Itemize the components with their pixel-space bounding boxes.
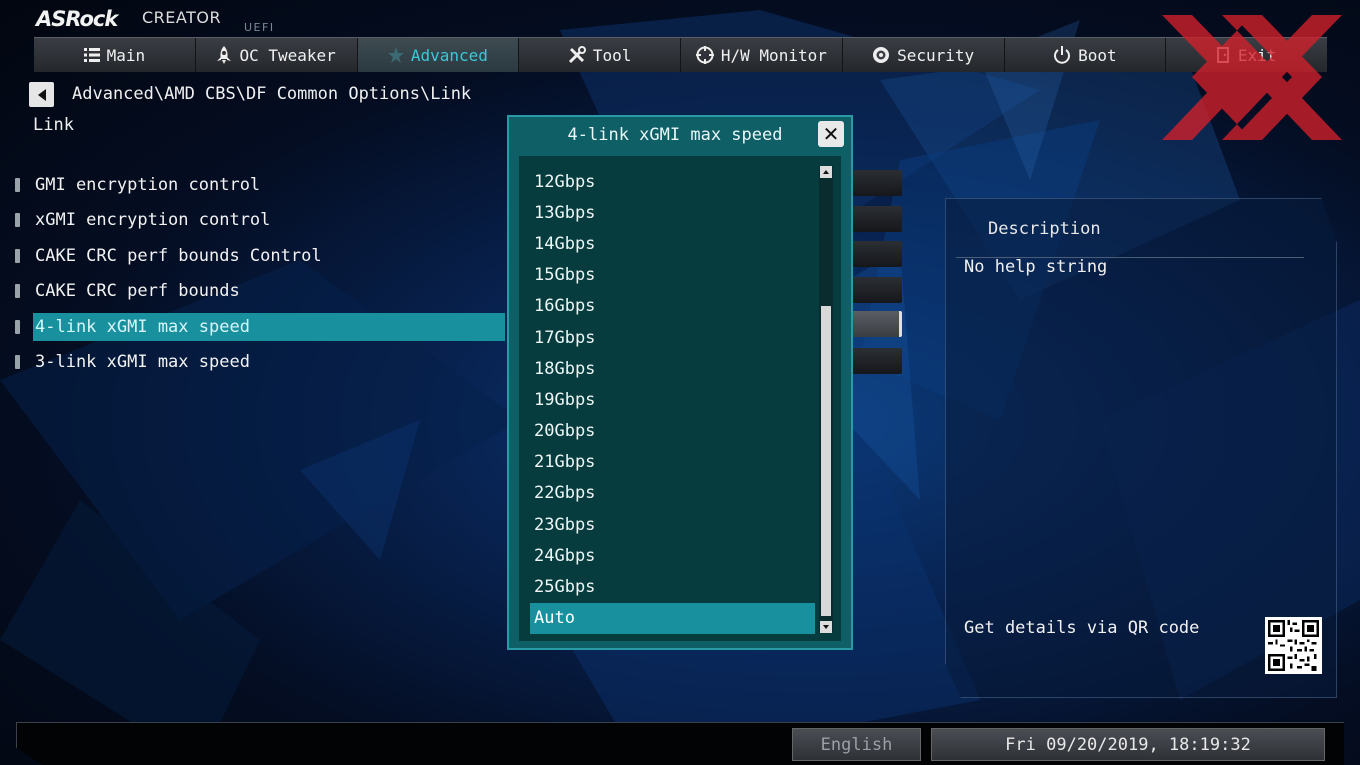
tab-exit[interactable]: Exit xyxy=(1166,38,1327,72)
tab-main-label: Main xyxy=(106,45,146,65)
list-item-13gbps[interactable]: 13Gbps xyxy=(530,197,815,228)
list-item-15gbps[interactable]: 15Gbps xyxy=(530,260,815,291)
back-arrow-icon xyxy=(37,88,46,101)
list-item-auto[interactable]: Auto xyxy=(530,602,815,634)
bullet-icon xyxy=(15,355,20,370)
datetime-display[interactable]: Fri 09/20/2019, 18:19:32 xyxy=(931,728,1325,761)
speed-select-popup: 4-link xGMI max speed ✕ 12Gbps 13Gbps 14… xyxy=(507,115,853,650)
popup-scrollbar[interactable] xyxy=(819,166,833,633)
bullet-icon xyxy=(15,248,20,263)
list-item-16gbps[interactable]: 16Gbps xyxy=(530,291,815,322)
bullet-icon xyxy=(15,177,20,192)
list-item-22gbps[interactable]: 22Gbps xyxy=(530,478,815,509)
qr-code[interactable] xyxy=(1265,617,1322,674)
tab-advanced[interactable]: Advanced xyxy=(357,38,520,72)
list-item-20gbps[interactable]: 20Gbps xyxy=(530,416,815,447)
breadcrumb: Advanced\AMD CBS\DF Common Options\Link xyxy=(72,84,472,104)
description-text: No help string xyxy=(964,257,1108,277)
option-label: GMI encryption control xyxy=(35,174,261,195)
list-item-14gbps[interactable]: 14Gbps xyxy=(530,228,815,259)
list-item-17gbps[interactable]: 17Gbps xyxy=(530,322,815,353)
bullet-icon xyxy=(15,284,20,299)
option-label: CAKE CRC perf bounds xyxy=(35,281,240,302)
back-button[interactable] xyxy=(29,82,54,107)
tab-boot[interactable]: Boot xyxy=(1005,38,1167,72)
option-label: 3-link xGMI max speed xyxy=(35,352,250,373)
tab-exit-label: Exit xyxy=(1237,45,1277,65)
section-title: Link xyxy=(33,115,74,135)
shield-icon xyxy=(872,46,890,64)
description-title: Description xyxy=(988,219,1101,239)
option-cake-crc-perf-bounds-control[interactable]: CAKE CRC perf bounds Control xyxy=(0,238,510,274)
tools-icon xyxy=(568,46,586,64)
star-icon xyxy=(387,47,404,63)
power-icon xyxy=(1053,46,1071,64)
tab-main[interactable]: Main xyxy=(34,38,196,72)
list-item-12gbps[interactable]: 12Gbps xyxy=(530,166,815,197)
option-label: 4-link xGMI max speed xyxy=(35,316,250,337)
language-button[interactable]: English xyxy=(792,728,921,761)
chevron-up-icon xyxy=(823,170,829,174)
option-value-slot[interactable] xyxy=(852,241,902,267)
monitor-crosshair-icon xyxy=(695,46,714,64)
option-value-slot[interactable] xyxy=(852,277,902,303)
brand-firmware: UEFI xyxy=(244,21,275,34)
tab-security-label: Security xyxy=(897,45,975,65)
close-icon: ✕ xyxy=(822,122,840,146)
brand-name: ASRock xyxy=(36,7,118,31)
bullet-icon xyxy=(15,319,20,334)
brand-product: CREATOR xyxy=(142,8,222,27)
option-xgmi-encryption-control[interactable]: xGMI encryption control xyxy=(0,203,510,239)
main-tab-bar: Main OC Tweaker Advanced Tool H/W Monito… xyxy=(34,37,1327,72)
scroll-thumb[interactable] xyxy=(821,306,831,616)
bullet-icon xyxy=(15,213,20,228)
tab-hw-monitor[interactable]: H/W Monitor xyxy=(681,38,843,72)
option-3-link-xgmi-max-speed[interactable]: 3-link xGMI max speed xyxy=(0,345,510,381)
tab-oc-tweaker-label: OC Tweaker xyxy=(239,45,336,65)
tab-advanced-label: Advanced xyxy=(410,45,488,65)
list-item-19gbps[interactable]: 19Gbps xyxy=(530,384,815,415)
close-button[interactable]: ✕ xyxy=(818,121,844,147)
tab-boot-label: Boot xyxy=(1078,45,1117,65)
list-item-21gbps[interactable]: 21Gbps xyxy=(530,447,815,478)
option-value-slot[interactable] xyxy=(852,170,902,196)
chevron-down-icon xyxy=(823,625,829,629)
option-label: CAKE CRC perf bounds Control xyxy=(35,245,322,266)
options-list: GMI encryption control xGMI encryption c… xyxy=(0,167,510,380)
tab-oc-tweaker[interactable]: OC Tweaker xyxy=(196,38,358,72)
list-item-25gbps[interactable]: 25Gbps xyxy=(530,571,815,602)
rocket-icon xyxy=(216,46,232,64)
tab-hw-monitor-label: H/W Monitor xyxy=(720,45,827,65)
option-4-link-xgmi-max-speed[interactable]: 4-link xGMI max speed xyxy=(0,309,510,345)
list-item-18gbps[interactable]: 18Gbps xyxy=(530,353,815,384)
option-value-slot[interactable] xyxy=(852,311,902,337)
popup-option-list: 12Gbps 13Gbps 14Gbps 15Gbps 16Gbps 17Gbp… xyxy=(519,156,841,641)
option-value-slot[interactable] xyxy=(852,206,902,232)
list-icon xyxy=(83,47,100,63)
list-item-24gbps[interactable]: 24Gbps xyxy=(530,540,815,571)
exit-icon xyxy=(1216,47,1231,63)
option-value-slot[interactable] xyxy=(852,348,902,374)
list-item-23gbps[interactable]: 23Gbps xyxy=(530,509,815,540)
qr-label: Get details via QR code xyxy=(964,618,1200,638)
tab-security[interactable]: Security xyxy=(843,38,1005,72)
tab-tool[interactable]: Tool xyxy=(519,38,681,72)
option-cake-crc-perf-bounds[interactable]: CAKE CRC perf bounds xyxy=(0,274,510,310)
scroll-down-button[interactable] xyxy=(820,621,832,633)
tab-tool-label: Tool xyxy=(592,45,632,65)
scroll-up-button[interactable] xyxy=(820,166,832,178)
popup-title: 4-link xGMI max speed xyxy=(567,125,783,145)
option-label: xGMI encryption control xyxy=(35,210,271,231)
option-gmi-encryption-control[interactable]: GMI encryption control xyxy=(0,167,510,203)
